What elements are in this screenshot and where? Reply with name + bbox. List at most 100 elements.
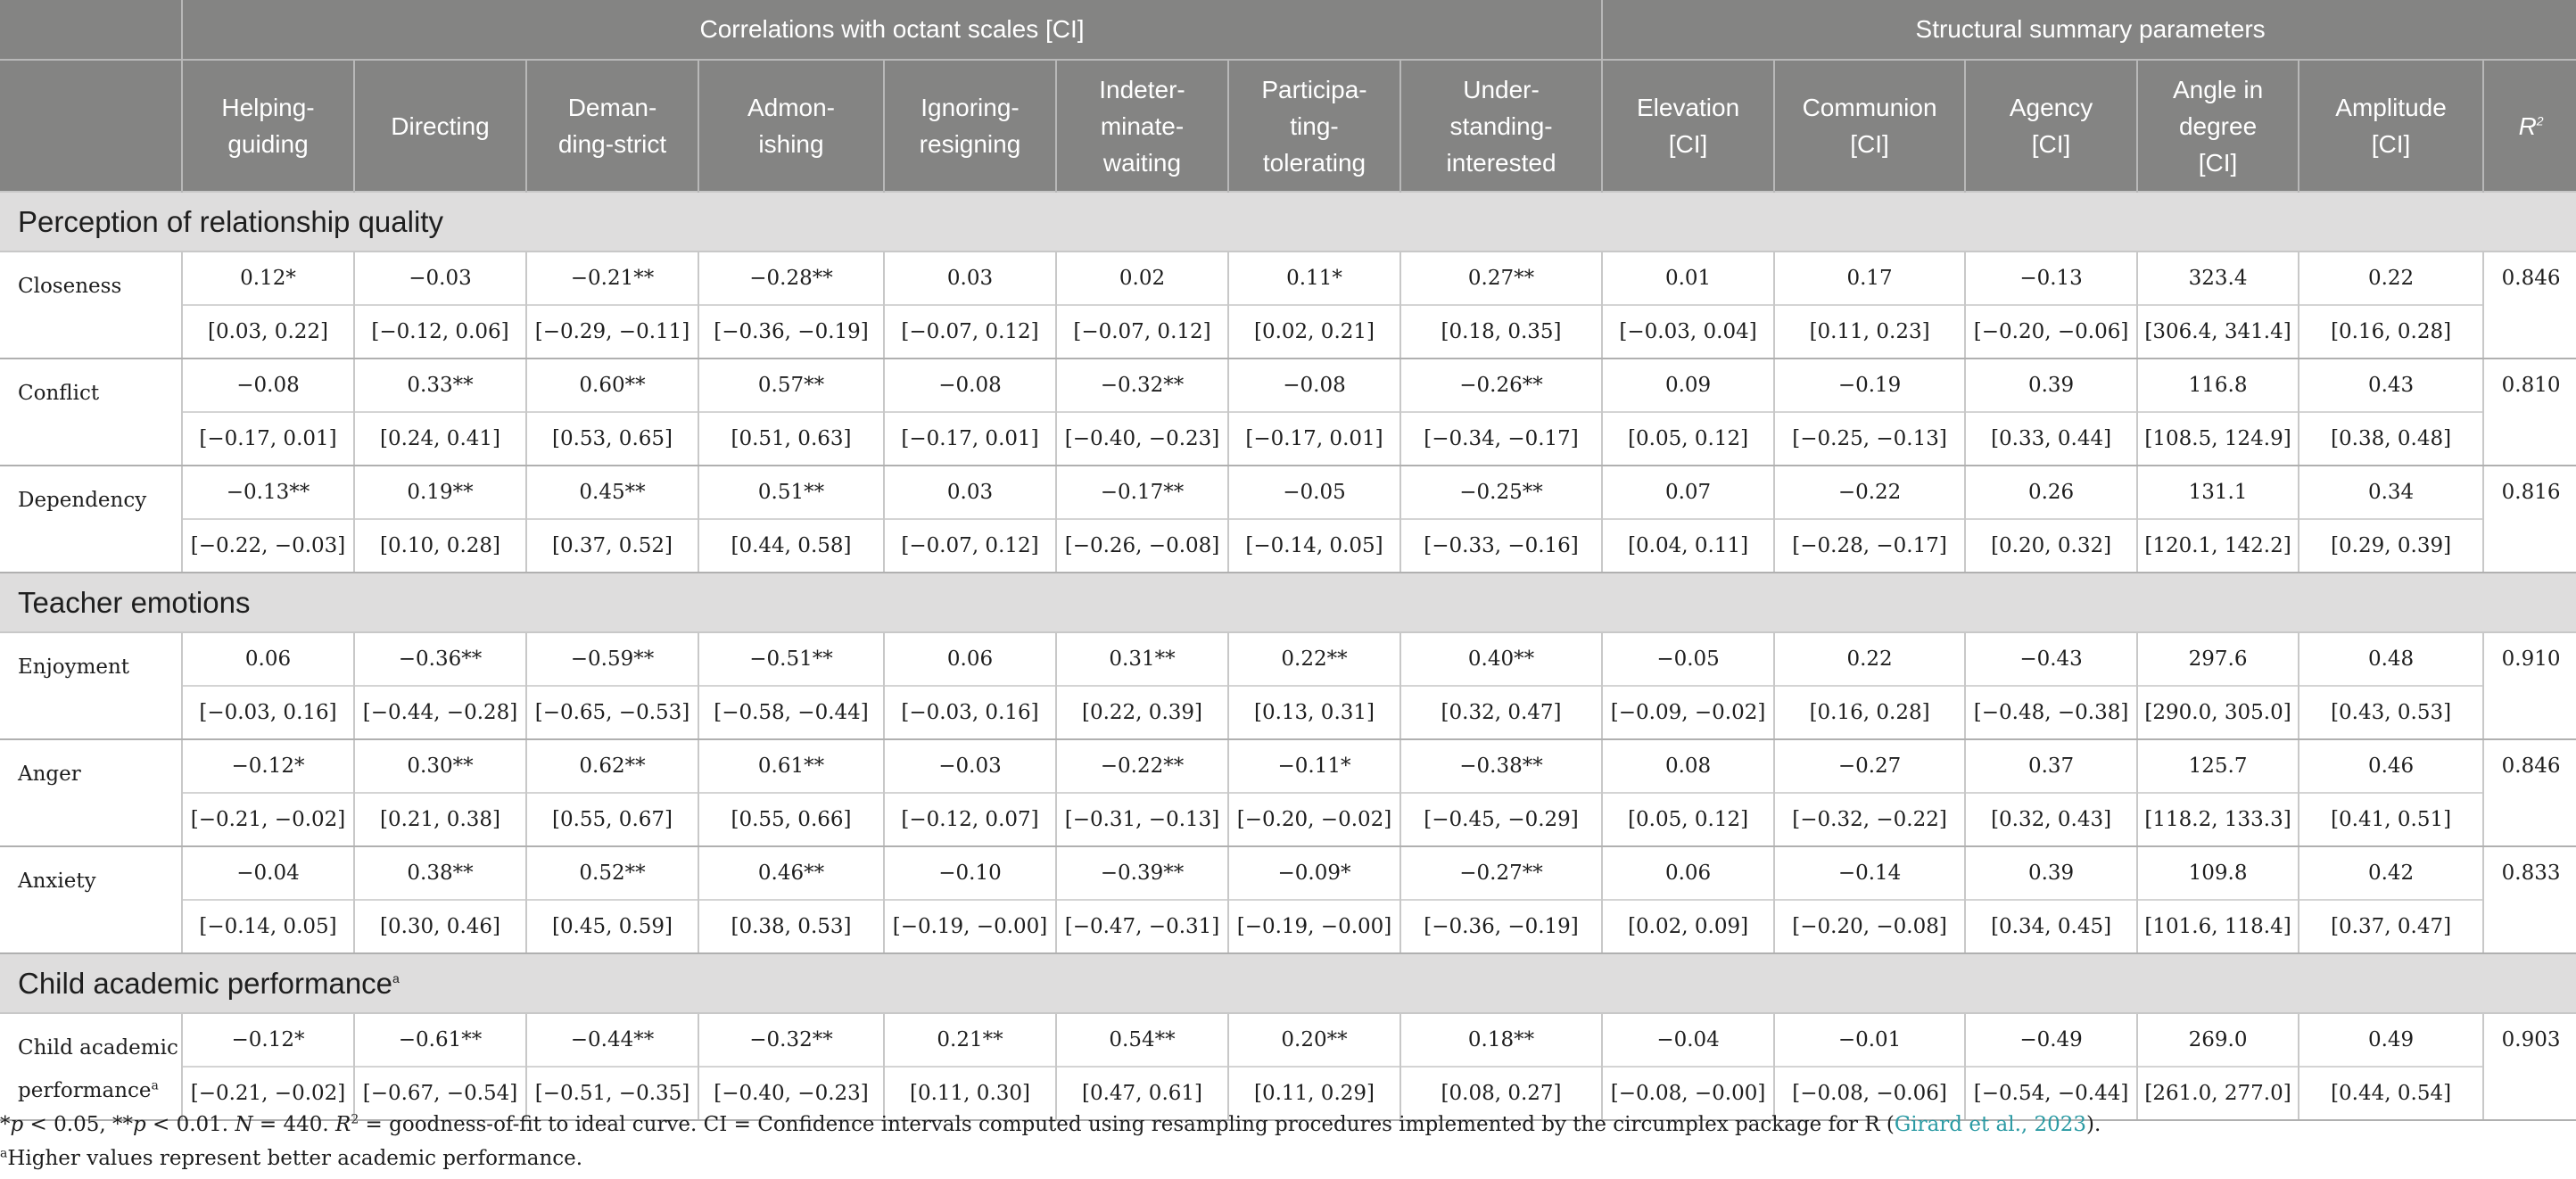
estimate-cell: 0.39 <box>1964 846 2138 900</box>
estimate-cell: 297.6 <box>2136 632 2299 686</box>
ci-cell: [0.43, 0.53] <box>2298 685 2484 740</box>
ci-cell: [−0.26, −0.08] <box>1055 518 1228 573</box>
ci-cell: [290.0, 305.0] <box>2136 685 2299 740</box>
ci-cell: [−0.21, −0.02] <box>181 792 354 847</box>
row-label-text: Anger <box>18 763 81 786</box>
ci-cell: [0.05, 0.12] <box>1601 792 1775 847</box>
column-header-line: Amplitude <box>2335 94 2447 121</box>
ci-cell: [−0.12, 0.06] <box>353 304 526 359</box>
estimate-cell: 0.60** <box>525 359 698 412</box>
estimate-cell: 0.03 <box>883 466 1056 519</box>
estimate-cell: 269.0 <box>2136 1013 2299 1067</box>
ci-cell: [261.0, 277.0] <box>2136 1066 2299 1121</box>
footnote-fragment: * <box>0 1113 11 1136</box>
estimate-cell: 0.06 <box>883 632 1056 686</box>
column-header-line: degree <box>2178 111 2258 140</box>
section-title-text: Child academic performance <box>18 966 393 1000</box>
column-header-line: [CI] <box>2198 148 2238 177</box>
estimate-cell: 0.08 <box>1601 739 1775 793</box>
estimate-cell: 0.02 <box>1055 251 1228 305</box>
corner-cell <box>0 0 182 60</box>
column-header-line: [CI] <box>1668 130 1708 158</box>
ci-cell: [0.44, 0.54] <box>2298 1066 2484 1121</box>
estimate-cell: 0.37 <box>1964 739 2138 793</box>
section-header-row: Teacher emotions <box>0 572 2576 633</box>
estimate-cell: 0.11* <box>1227 251 1400 305</box>
column-header: Admon-ishing <box>698 59 884 192</box>
ci-cell: [−0.12, 0.07] <box>883 792 1056 847</box>
ci-cell: [−0.34, −0.17] <box>1399 411 1603 466</box>
estimate-cell: 0.06 <box>181 632 354 686</box>
ci-cell: [−0.58, −0.44] <box>698 685 884 740</box>
table-body: Perception of relationship quality Closen… <box>0 191 2576 1121</box>
ci-cell: [0.55, 0.66] <box>698 792 884 847</box>
estimate-cell: 0.09 <box>1601 359 1775 412</box>
footnote-symbol: N <box>235 1113 253 1136</box>
ci-cell: [−0.03, 0.04] <box>1601 304 1775 359</box>
row-label-text: Conflict <box>18 382 100 405</box>
estimate-cell: 0.48 <box>2298 632 2484 686</box>
column-header-line: Deman- <box>567 94 657 121</box>
section-header-row: Perception of relationship quality <box>0 191 2576 252</box>
table-row-ci: [−0.22, −0.03] [0.10, 0.28] [0.37, 0.52] [0… <box>0 518 2576 573</box>
column-header-line: interested <box>1446 148 1556 177</box>
column-header-line: Under- <box>1463 75 1540 103</box>
column-header-line: Participa- <box>1261 75 1367 103</box>
column-header: Amplitude [CI] <box>2298 59 2484 192</box>
column-header-line: ting- <box>1290 111 1339 140</box>
ci-cell: [−0.20, −0.08] <box>1773 899 1966 954</box>
ci-cell: [−0.14, 0.05] <box>1227 518 1400 573</box>
estimate-cell: 116.8 <box>2136 359 2299 412</box>
ci-cell: [118.2, 133.3] <box>2136 792 2299 847</box>
estimate-cell: −0.19 <box>1773 359 1966 412</box>
estimate-cell: 0.21** <box>883 1013 1056 1067</box>
estimate-cell: −0.61** <box>353 1013 526 1067</box>
estimate-cell: 0.46** <box>698 846 884 900</box>
ci-cell: [0.30, 0.46] <box>353 899 526 954</box>
estimate-cell: −0.59** <box>525 632 698 686</box>
ci-cell: [0.38, 0.48] <box>2298 411 2484 466</box>
ci-cell: [−0.03, 0.16] <box>883 685 1056 740</box>
estimate-cell: −0.17** <box>1055 466 1228 519</box>
ci-cell: [−0.28, −0.17] <box>1773 518 1966 573</box>
ci-cell: [−0.14, 0.05] <box>181 899 354 954</box>
column-header: Angle in degree [CI] <box>2136 59 2299 192</box>
estimate-cell: −0.08 <box>1227 359 1400 412</box>
ci-cell: [−0.29, −0.11] <box>525 304 698 359</box>
estimate-cell: 0.33** <box>353 359 526 412</box>
ci-cell: [−0.31, −0.13] <box>1055 792 1228 847</box>
table-row: Child academic performancea −0.12* −0.61**… <box>0 1013 2576 1121</box>
citation-link[interactable]: Girard et al., 2023 <box>1895 1113 2086 1136</box>
footnote-fragment: = goodness-of-fit to ideal curve. CI = C… <box>359 1113 1895 1136</box>
row-label-text: Enjoyment <box>18 655 130 679</box>
column-header-line: guiding <box>227 130 309 158</box>
ci-cell: [−0.22, −0.03] <box>181 518 354 573</box>
estimate-cell: 0.31** <box>1055 632 1228 686</box>
estimate-cell: 131.1 <box>2136 466 2299 519</box>
table-row-ci: [−0.17, 0.01] [0.24, 0.41] [0.53, 0.65] [0.… <box>0 411 2576 466</box>
estimate-cell: 0.43 <box>2298 359 2484 412</box>
estimate-cell: −0.44** <box>525 1013 698 1067</box>
r2-header-exponent: 2 <box>2536 113 2544 128</box>
estimate-cell: 0.57** <box>698 359 884 412</box>
footnote-symbol: R <box>334 1113 351 1136</box>
estimate-cell: 0.54** <box>1055 1013 1228 1067</box>
ci-cell: [0.02, 0.09] <box>1601 899 1775 954</box>
ci-cell: [−0.03, 0.16] <box>181 685 354 740</box>
column-header-line: [CI] <box>2031 130 2071 158</box>
footnote-text-end: ). <box>2086 1113 2101 1136</box>
results-table: Correlations with octant scales [CI] Str… <box>0 0 2576 1121</box>
column-header-line: Ignoring- <box>921 94 1020 121</box>
footnote-text: *p < 0.05, **p < 0.01. N = 440. R2 = goo… <box>0 1113 1895 1136</box>
estimate-cell: −0.04 <box>181 846 354 900</box>
estimate-cell: −0.05 <box>1601 632 1775 686</box>
estimate-cell: −0.26** <box>1399 359 1603 412</box>
group-header-structural: Structural summary parameters <box>1601 0 2576 60</box>
ci-cell: [−0.44, −0.28] <box>353 685 526 740</box>
ci-cell: [0.44, 0.58] <box>698 518 884 573</box>
ci-cell: [0.20, 0.32] <box>1964 518 2138 573</box>
ci-cell: [−0.19, −0.00] <box>883 899 1056 954</box>
ci-cell: [−0.32, −0.22] <box>1773 792 1966 847</box>
ci-cell: [0.51, 0.63] <box>698 411 884 466</box>
estimate-cell: 0.18** <box>1399 1013 1603 1067</box>
